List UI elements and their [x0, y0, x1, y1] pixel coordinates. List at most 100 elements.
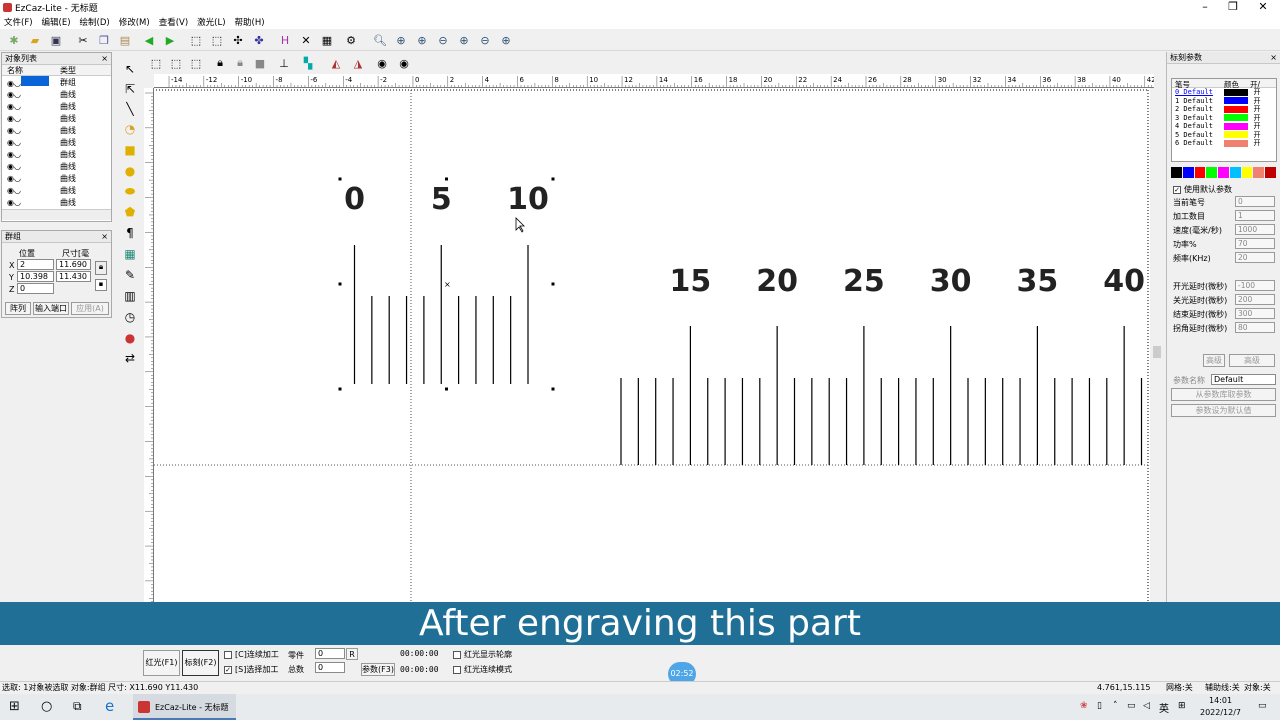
curve-icon[interactable]: ◔	[121, 120, 139, 138]
red-light-button[interactable]: 红光(F1)	[143, 650, 180, 676]
column-type[interactable]: 类型	[57, 65, 102, 75]
clock-time[interactable]: 14:01	[1209, 696, 1232, 705]
selection-handle[interactable]	[551, 387, 555, 391]
column-name[interactable]: 名称	[2, 65, 57, 75]
select-all-icon[interactable]: ⬚	[188, 32, 204, 48]
y-field[interactable]: 10.398	[17, 271, 54, 282]
advanced-button-2[interactable]: 高级	[1229, 354, 1275, 367]
list-item[interactable]: ◉◡ 曲线	[2, 172, 111, 184]
grid-select-icon[interactable]: ⬚	[188, 55, 204, 71]
palette-swatch[interactable]	[1218, 167, 1229, 178]
unlock-icon[interactable]: 🔒︎	[232, 55, 248, 71]
tools-icon[interactable]: ✕	[298, 32, 314, 48]
image-icon[interactable]: ▦	[121, 245, 139, 263]
settings-icon[interactable]: ⚙	[343, 32, 359, 48]
node-edit-icon[interactable]: ⬚	[209, 32, 225, 48]
palette-swatch[interactable]	[1229, 167, 1241, 178]
timer-icon[interactable]: ◷	[121, 308, 139, 326]
param-field[interactable]: 0	[1235, 196, 1275, 207]
tray-device-icon[interactable]: ▯	[1097, 701, 1102, 711]
rectangle-icon[interactable]: ■	[121, 141, 139, 159]
zoom-all-icon[interactable]: ⊖	[477, 32, 493, 48]
drawing-canvas[interactable]: 0 5 10 15 20 25 30 35 40 ×	[154, 88, 1150, 602]
anchor-icon[interactable]: ▪	[95, 279, 107, 291]
menu-help[interactable]: 帮助(H)	[235, 16, 265, 28]
taskbar-app-ezcad[interactable]: EzCaz-Lite - 无标题	[133, 694, 236, 720]
paste-icon[interactable]: ▤	[117, 32, 133, 48]
param-field[interactable]: 70	[1235, 238, 1275, 249]
visibility-icon[interactable]: ◉◡	[2, 138, 57, 147]
vector-file-icon[interactable]: ✎	[121, 266, 139, 284]
visibility-icon[interactable]: ◉◡	[2, 150, 57, 159]
column-onoff[interactable]: 开/	[1250, 79, 1270, 89]
menu-edit[interactable]: 编辑(E)	[42, 16, 71, 28]
visibility-icon[interactable]: ◉◡	[2, 114, 57, 123]
zoom-out-icon[interactable]: ⊖	[435, 32, 451, 48]
param-field[interactable]: 1	[1235, 210, 1275, 221]
mark-button[interactable]: 标刻(F2)	[182, 650, 219, 676]
select-process-row[interactable]: ✓ [S]选择加工	[224, 664, 278, 675]
palette-swatch[interactable]	[1171, 167, 1182, 178]
line-icon[interactable]: ╲	[121, 100, 139, 118]
windows-start-icon[interactable]: ⊞	[9, 699, 20, 714]
palette-swatch[interactable]	[1206, 167, 1218, 178]
notification-icon[interactable]: ▭	[1258, 701, 1267, 711]
visibility-icon[interactable]: ◉◡	[2, 102, 57, 111]
pen-row[interactable]: 6 Default 开	[1172, 139, 1276, 148]
select-arrow-icon[interactable]: ↖	[121, 60, 139, 78]
menu-laser[interactable]: 激光(L)	[197, 16, 225, 28]
pen-color-swatch[interactable]	[1224, 97, 1248, 105]
pen-color-swatch[interactable]	[1224, 105, 1248, 113]
palette-swatch[interactable]	[1265, 167, 1277, 178]
new-icon[interactable]: ✱	[6, 32, 22, 48]
param-field[interactable]: 300	[1235, 308, 1275, 319]
array-button[interactable]: 阵列	[5, 302, 31, 315]
pen-on[interactable]: 开	[1250, 138, 1264, 148]
list-item[interactable]: ◉◡ 曲线	[2, 160, 111, 172]
z-field[interactable]: 0	[17, 283, 54, 294]
parts-field[interactable]: 0	[315, 648, 345, 659]
param-field[interactable]: 1000	[1235, 224, 1275, 235]
list-item[interactable]: ◉◡ 曲线	[2, 124, 111, 136]
zoom-in-2-icon[interactable]: ⊕	[414, 32, 430, 48]
restore-button[interactable]: ❐	[1218, 0, 1248, 15]
continuous-row[interactable]: [C]连续加工	[224, 649, 279, 660]
selection-handle[interactable]	[551, 177, 555, 181]
object-list-scrollbar[interactable]	[2, 209, 111, 220]
barcode-icon[interactable]: ▥	[121, 287, 139, 305]
volume-icon[interactable]: ◁	[1143, 701, 1150, 711]
list-item[interactable]: ◉◡ 曲线	[2, 112, 111, 124]
zoom-fit-icon[interactable]: ⊕	[456, 32, 472, 48]
menu-draw[interactable]: 绘制(D)	[80, 16, 110, 28]
preview-icon[interactable]: ◉	[374, 55, 390, 71]
scroll-thumb[interactable]	[1153, 346, 1161, 358]
list-item[interactable]: ◉◡ 曲线	[2, 100, 111, 112]
align-icon[interactable]: ⊥	[276, 55, 292, 71]
table-icon[interactable]: ▦	[319, 32, 335, 48]
search-icon[interactable]: ○	[41, 699, 52, 714]
lock-icon[interactable]: 🔒︎	[212, 55, 228, 71]
pen-color-swatch[interactable]	[1224, 131, 1248, 139]
palette-swatch[interactable]	[1182, 167, 1194, 178]
param-name-field[interactable]: Default	[1211, 374, 1276, 385]
list-item[interactable]: ◉◡ 群组	[2, 76, 111, 88]
mirror-v-icon[interactable]: ◮	[350, 55, 366, 71]
text-icon[interactable]: ¶	[121, 224, 139, 242]
tray-keyboard-icon[interactable]: ▭	[1127, 701, 1136, 711]
visibility-icon[interactable]: ◉◡	[2, 186, 57, 195]
tray-chevron-icon[interactable]: ˄	[1113, 701, 1118, 711]
set-default-button[interactable]: 参数设为默认值	[1171, 404, 1276, 417]
use-default-row[interactable]: ✓ 使用默认参数	[1173, 184, 1232, 195]
param-field[interactable]: 20	[1235, 252, 1275, 263]
height-field[interactable]: 11.430	[56, 271, 91, 282]
menu-view[interactable]: 查看(V)	[159, 16, 188, 28]
list-item[interactable]: ◉◡ 曲线	[2, 88, 111, 100]
red-continuous-row[interactable]: 红光连续模式	[453, 664, 512, 675]
param-field[interactable]: -100	[1235, 280, 1275, 291]
column-color[interactable]: 颜色	[1224, 79, 1250, 89]
close-button[interactable]: ✕	[1248, 0, 1278, 15]
input-port-button[interactable]: 输入端口	[33, 302, 69, 315]
visibility-icon[interactable]: ◉◡	[2, 126, 57, 135]
selection-handle[interactable]	[338, 387, 342, 391]
clock-date[interactable]: 2022/12/7	[1200, 708, 1241, 717]
